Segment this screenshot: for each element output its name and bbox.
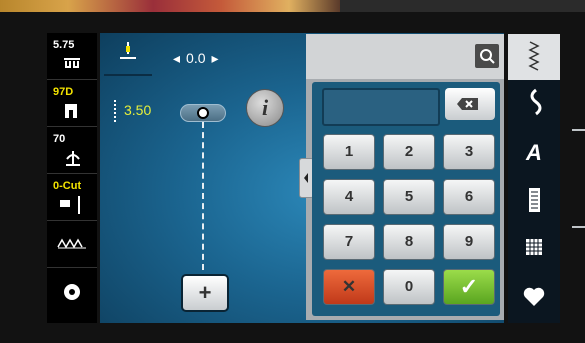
key-5[interactable]: 5 <box>383 179 435 215</box>
stitch-width-indicator-icon <box>114 100 119 122</box>
alphabet-icon: A <box>526 140 542 165</box>
quilt-stitch-icon <box>526 239 542 255</box>
backspace-button[interactable] <box>445 88 495 120</box>
top-bezel <box>340 0 585 12</box>
background-photo-strip <box>0 0 340 12</box>
key-0[interactable]: 0 <box>383 269 435 305</box>
cancel-button[interactable]: ✕ <box>323 269 375 305</box>
thread-cutter-button[interactable]: 0-Cut <box>47 174 97 221</box>
bezel-mark <box>572 129 585 131</box>
decorative-stitch-icon <box>530 88 542 116</box>
key-1[interactable]: 1 <box>323 134 375 170</box>
category-personal-program[interactable] <box>508 276 560 320</box>
search-button[interactable] <box>475 44 499 68</box>
stitch-width-slider-track[interactable] <box>202 122 204 270</box>
category-buttonholes[interactable] <box>508 180 560 224</box>
needle-left-arrow-icon[interactable]: ◂ <box>173 50 180 66</box>
stitch-width-value: 3.50 <box>124 102 152 118</box>
bobbin-button[interactable] <box>47 268 97 314</box>
increase-width-button[interactable]: + <box>181 274 229 312</box>
thread-tension-value: 70 <box>53 133 66 145</box>
cutter-needle-icon <box>60 196 80 214</box>
thread-cutter-value: 0-Cut <box>53 180 82 192</box>
zigzag-stitch-icon <box>528 41 540 71</box>
category-practical-stitches[interactable] <box>508 36 560 80</box>
category-quilt-stitches[interactable] <box>508 228 560 272</box>
key-4[interactable]: 4 <box>323 179 375 215</box>
presser-foot-pressure-button[interactable]: 5.75 <box>47 33 97 80</box>
presser-foot-icon <box>65 104 77 118</box>
category-alphabets[interactable]: A <box>508 132 560 176</box>
presser-foot-button[interactable]: 97D <box>47 80 97 127</box>
presser-foot-pressure-icon <box>64 58 80 68</box>
key-8[interactable]: 8 <box>383 224 435 260</box>
needle-position-button[interactable] <box>104 38 152 76</box>
keypad-display <box>322 88 440 126</box>
slider-knob-icon[interactable] <box>197 107 209 119</box>
backspace-icon <box>457 98 478 110</box>
bobbin-icon <box>64 284 80 300</box>
category-decorative-stitches[interactable] <box>508 84 560 128</box>
personal-program-icon <box>523 287 545 306</box>
status-sidebar: 5.75 97D 70 0-Cut <box>47 33 97 323</box>
key-7[interactable]: 7 <box>323 224 375 260</box>
needle-icon <box>120 42 136 59</box>
presser-foot-pressure-value: 5.75 <box>53 39 75 51</box>
search-icon <box>480 49 495 64</box>
key-3[interactable]: 3 <box>443 134 495 170</box>
thread-tension-button[interactable]: 70 <box>47 127 97 174</box>
bezel-mark <box>572 226 585 228</box>
needle-position-value: 0.0 <box>186 50 206 66</box>
feed-dog-button[interactable] <box>47 221 97 268</box>
thread-tension-icon <box>66 151 80 166</box>
key-2[interactable]: 2 <box>383 134 435 170</box>
buttonhole-icon <box>529 188 540 212</box>
key-9[interactable]: 9 <box>443 224 495 260</box>
confirm-button[interactable]: ✓ <box>443 269 495 305</box>
feed-dog-icon <box>57 238 86 249</box>
presser-foot-value: 97D <box>53 86 74 98</box>
key-6[interactable]: 6 <box>443 179 495 215</box>
info-button[interactable]: i <box>246 89 284 127</box>
needle-position-control: ◂ 0.0 ▸ <box>170 50 222 67</box>
needle-right-arrow-icon[interactable]: ▸ <box>212 50 219 66</box>
